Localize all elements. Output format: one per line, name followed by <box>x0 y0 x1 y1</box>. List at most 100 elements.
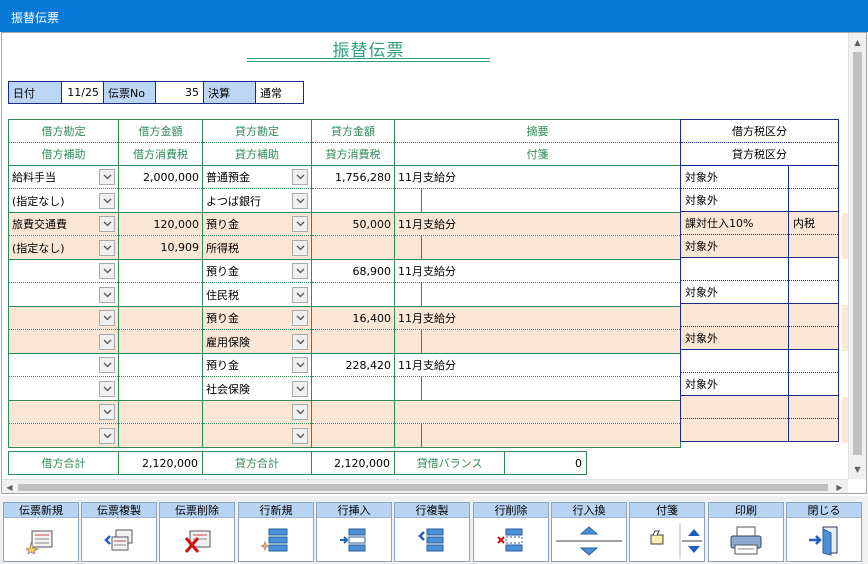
credit-account-select[interactable]: 預り金 <box>202 212 312 236</box>
dropdown-arrow-icon[interactable] <box>99 216 115 232</box>
journal-row-line-2[interactable]: (指定なし) 10,909 所得税 <box>8 235 681 260</box>
tax-row-line-1[interactable] <box>680 395 839 419</box>
tax-row-line-2[interactable]: 対象外 <box>680 372 839 396</box>
copy-slip-button[interactable]: 伝票複製 <box>81 502 157 562</box>
dropdown-arrow-icon[interactable] <box>292 192 308 209</box>
dropdown-arrow-icon[interactable] <box>292 286 308 303</box>
tax-row-line-2[interactable]: 対象外 <box>680 280 839 304</box>
memo-cell[interactable] <box>394 400 681 424</box>
debit-sub-select[interactable] <box>8 282 119 307</box>
tax-row-line-2[interactable]: 対象外 <box>680 234 839 258</box>
debit-amount-cell[interactable]: 120,000 <box>118 212 203 236</box>
credit-tax-cell[interactable] <box>311 329 395 354</box>
credit-tax-cell[interactable] <box>311 235 395 260</box>
delete-row-button[interactable]: 行削除 <box>473 502 549 562</box>
credit-tax-class-cell[interactable]: 対象外 <box>680 234 789 258</box>
debit-sub-select[interactable] <box>8 423 119 448</box>
tax-row-line-1[interactable]: 対象外 <box>680 165 839 189</box>
horizontal-scrollbar[interactable]: ◀ ▶ <box>2 479 848 493</box>
sticky-note-cell[interactable] <box>394 235 681 260</box>
debit-tax-cell[interactable] <box>118 188 203 213</box>
debit-account-select[interactable] <box>8 400 119 424</box>
sticky-note-cell[interactable] <box>394 282 681 307</box>
vertical-scrollbar[interactable]: ▲ ▼ <box>848 33 866 479</box>
journal-row-line-2[interactable]: 雇用保険 <box>8 329 681 354</box>
sticky-note-marker[interactable] <box>398 330 422 353</box>
memo-cell[interactable]: 11月支給分 <box>394 212 681 236</box>
debit-account-select[interactable]: 給料手当 <box>8 165 119 189</box>
dropdown-arrow-icon[interactable] <box>99 357 115 373</box>
credit-account-select[interactable]: 預り金 <box>202 353 312 377</box>
journal-row-line-2[interactable]: 住民税 <box>8 282 681 307</box>
tax-method-cell[interactable] <box>788 165 839 189</box>
debit-account-select[interactable] <box>8 259 119 283</box>
memo-cell[interactable]: 11月支給分 <box>394 259 681 283</box>
dropdown-arrow-icon[interactable] <box>292 263 308 279</box>
debit-amount-cell[interactable] <box>118 400 203 424</box>
debit-tax-cell[interactable] <box>118 423 203 448</box>
dropdown-arrow-icon[interactable] <box>292 169 308 185</box>
credit-tax-class-cell[interactable]: 対象外 <box>680 326 789 350</box>
debit-tax-class-cell[interactable]: 課対仕入10% <box>680 211 789 235</box>
date-field[interactable]: 11/25 <box>62 81 104 104</box>
dropdown-arrow-icon[interactable] <box>292 333 308 350</box>
sticky-note-button[interactable]: 付箋 <box>629 502 705 562</box>
sticky-note-cell[interactable] <box>394 188 681 213</box>
scroll-up-arrow-icon[interactable]: ▲ <box>849 34 866 51</box>
credit-account-select[interactable]: 普通預金 <box>202 165 312 189</box>
journal-row-line-1[interactable] <box>8 400 681 424</box>
credit-sub-select[interactable]: よつば銀行 <box>202 188 312 213</box>
credit-amount-cell[interactable]: 68,900 <box>311 259 395 283</box>
debit-account-select[interactable] <box>8 353 119 377</box>
insert-row-button[interactable]: 行挿入 <box>316 502 392 562</box>
printer-button[interactable]: 印刷 <box>708 502 784 562</box>
exit-door-button[interactable]: 閉じる <box>786 502 862 562</box>
dropdown-arrow-icon[interactable] <box>99 239 115 256</box>
tax-row-line-2[interactable]: 対象外 <box>680 326 839 350</box>
credit-amount-cell[interactable]: 50,000 <box>311 212 395 236</box>
tax-method-cell[interactable] <box>788 349 839 373</box>
tax-method-cell[interactable]: 内税 <box>788 211 839 235</box>
credit-sub-select[interactable]: 住民税 <box>202 282 312 307</box>
scroll-thumb-horizontal[interactable] <box>18 484 828 491</box>
tax-method-cell[interactable] <box>788 257 839 281</box>
debit-amount-cell[interactable] <box>118 306 203 330</box>
tax-row-line-1[interactable] <box>680 257 839 281</box>
credit-tax-cell[interactable] <box>311 188 395 213</box>
tax-row-line-1[interactable] <box>680 303 839 327</box>
debit-account-select[interactable] <box>8 306 119 330</box>
sticky-note-marker[interactable] <box>398 189 422 212</box>
tax-method-cell[interactable] <box>788 395 839 419</box>
dropdown-arrow-icon[interactable] <box>99 404 115 420</box>
credit-tax-class-cell[interactable] <box>680 418 789 442</box>
credit-account-select[interactable]: 預り金 <box>202 306 312 330</box>
dropdown-arrow-icon[interactable] <box>99 192 115 209</box>
dropdown-arrow-icon[interactable] <box>292 357 308 373</box>
debit-tax-class-cell[interactable] <box>680 257 789 281</box>
new-row-button[interactable]: 行新規 <box>238 502 314 562</box>
sticky-note-marker[interactable] <box>398 283 422 306</box>
dropdown-arrow-icon[interactable] <box>99 333 115 350</box>
dropdown-arrow-icon[interactable] <box>292 239 308 256</box>
dropdown-arrow-icon[interactable] <box>99 380 115 397</box>
debit-amount-cell[interactable] <box>118 259 203 283</box>
debit-tax-cell[interactable]: 10,909 <box>118 235 203 260</box>
debit-tax-class-cell[interactable] <box>680 349 789 373</box>
debit-tax-cell[interactable] <box>118 329 203 354</box>
dropdown-arrow-icon[interactable] <box>292 310 308 326</box>
slip-no-field[interactable]: 35 <box>156 81 204 104</box>
tax-method-cell[interactable] <box>788 303 839 327</box>
debit-sub-select[interactable] <box>8 329 119 354</box>
scroll-right-arrow-icon[interactable]: ▶ <box>832 480 847 493</box>
credit-sub-select[interactable]: 社会保険 <box>202 376 312 401</box>
dropdown-arrow-icon[interactable] <box>99 427 115 444</box>
credit-sub-select[interactable]: 所得税 <box>202 235 312 260</box>
debit-tax-class-cell[interactable] <box>680 303 789 327</box>
dropdown-arrow-icon[interactable] <box>99 263 115 279</box>
debit-account-select[interactable]: 旅費交通費 <box>8 212 119 236</box>
credit-account-select[interactable]: 預り金 <box>202 259 312 283</box>
credit-account-select[interactable] <box>202 400 312 424</box>
copy-row-button[interactable]: 行複製 <box>394 502 470 562</box>
credit-tax-cell[interactable] <box>311 282 395 307</box>
journal-row-line-1[interactable]: 給料手当 2,000,000 普通預金 1,756,280 11月支給分 <box>8 165 681 189</box>
